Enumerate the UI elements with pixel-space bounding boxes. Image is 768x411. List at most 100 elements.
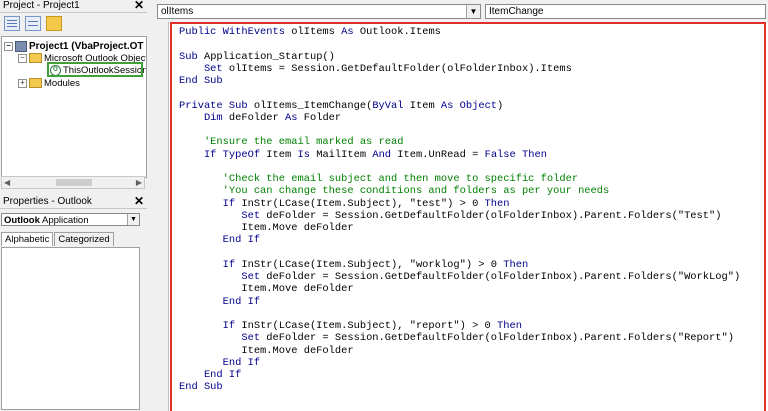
code-keyword: As Object bbox=[440, 99, 498, 112]
code-token: InStr(LCase(Item.Subject), "test") > 0 bbox=[241, 197, 485, 210]
code-token: deFolder bbox=[228, 111, 286, 124]
collapse-icon[interactable]: − bbox=[4, 42, 13, 51]
code-keyword: Set bbox=[179, 209, 267, 222]
code-line[interactable]: Sub Application_Startup() bbox=[179, 51, 740, 63]
code-line[interactable] bbox=[179, 161, 740, 173]
tab-categorized[interactable]: Categorized bbox=[54, 232, 114, 246]
properties-grid[interactable] bbox=[1, 247, 140, 410]
code-token: olItems_ItemChange( bbox=[253, 99, 373, 112]
close-icon[interactable]: ✕ bbox=[134, 0, 144, 11]
code-keyword: Public WithEvents bbox=[179, 26, 292, 38]
code-line[interactable] bbox=[179, 308, 740, 320]
close-icon[interactable]: ✕ bbox=[134, 195, 144, 207]
code-line[interactable]: Item.Move deFolder bbox=[179, 283, 740, 295]
code-token: Folder bbox=[303, 111, 342, 124]
scroll-thumb[interactable] bbox=[56, 179, 92, 186]
code-keyword: ByVal bbox=[372, 99, 410, 112]
code-keyword: End If bbox=[179, 295, 261, 308]
object-select[interactable]: Outlook Application ▼ bbox=[1, 213, 140, 226]
code-line[interactable]: End If bbox=[179, 357, 740, 369]
code-token: Item.Move deFolder bbox=[179, 222, 354, 234]
code-comment: 'You can change these conditions and fol… bbox=[179, 185, 610, 198]
code-line[interactable] bbox=[179, 124, 740, 136]
chevron-down-icon[interactable]: ▼ bbox=[127, 214, 139, 225]
object-combo[interactable]: olItems ▼ bbox=[157, 4, 481, 19]
tab-alphabetic[interactable]: Alphabetic bbox=[1, 232, 54, 246]
toggle-folders-icon[interactable] bbox=[46, 16, 62, 31]
code-line[interactable]: End If bbox=[179, 369, 740, 381]
tree-node-modules[interactable]: + Modules bbox=[18, 78, 80, 90]
code-line[interactable]: If InStr(LCase(Item.Subject), "worklog")… bbox=[179, 259, 740, 271]
code-keyword: Is bbox=[297, 148, 317, 161]
code-keyword: As bbox=[285, 111, 304, 124]
code-line[interactable] bbox=[179, 38, 740, 50]
scroll-right-icon[interactable]: ▶ bbox=[136, 178, 142, 187]
code-keyword: Private Sub bbox=[179, 99, 254, 112]
procedure-combo-value: ItemChange bbox=[489, 6, 544, 17]
code-keyword: End Sub bbox=[179, 75, 223, 87]
code-line[interactable]: End If bbox=[179, 234, 740, 246]
collapse-icon[interactable]: − bbox=[18, 53, 27, 63]
code-line[interactable]: 'Ensure the email marked as read bbox=[179, 136, 740, 148]
code-line[interactable]: Private Sub olItems_ItemChange(ByVal Ite… bbox=[179, 100, 740, 112]
code-keyword: End If bbox=[179, 234, 261, 247]
code-text[interactable]: Public WithEvents olItems As Outlook.Ite… bbox=[179, 26, 740, 394]
code-comment: 'Check the email subject and then move t… bbox=[179, 173, 579, 185]
code-token: deFolder = Session.GetDefaultFolder(olFo… bbox=[266, 332, 734, 345]
scroll-left-icon[interactable]: ◀ bbox=[4, 178, 10, 187]
code-line[interactable]: Set deFolder = Session.GetDefaultFolder(… bbox=[179, 271, 740, 283]
code-line[interactable]: Item.Move deFolder bbox=[179, 345, 740, 357]
code-token: MailItem bbox=[316, 148, 373, 161]
code-line[interactable]: Set deFolder = Session.GetDefaultFolder(… bbox=[179, 332, 740, 344]
code-token: Item bbox=[266, 148, 298, 161]
project-explorer-title-text: Project - Project1 bbox=[3, 0, 80, 11]
chevron-down-icon[interactable]: ▼ bbox=[466, 5, 480, 18]
code-token: Item.Move deFolder bbox=[179, 344, 354, 357]
code-keyword: Then bbox=[497, 320, 522, 332]
expand-icon[interactable]: + bbox=[18, 78, 27, 88]
code-keyword: End Sub bbox=[179, 381, 223, 394]
properties-title-text: Properties - Outlook bbox=[3, 196, 92, 207]
code-line[interactable] bbox=[179, 247, 740, 259]
code-line[interactable]: If InStr(LCase(Item.Subject), "test") > … bbox=[179, 198, 740, 210]
code-token: Item.UnRead = bbox=[397, 148, 485, 161]
tree-node-project[interactable]: − Project1 (VbaProject.OT bbox=[4, 41, 143, 53]
code-keyword: False Then bbox=[484, 148, 547, 161]
code-keyword: Then bbox=[503, 258, 529, 271]
view-object-icon[interactable] bbox=[25, 16, 41, 31]
code-line[interactable]: If InStr(LCase(Item.Subject), "report") … bbox=[179, 320, 740, 332]
code-line[interactable]: Item.Move deFolder bbox=[179, 222, 740, 234]
code-token: deFolder = Session.GetDefaultFolder(olFo… bbox=[266, 209, 722, 222]
object-combo-value: olItems bbox=[161, 6, 194, 17]
project-explorer-pane: Project - Project1 ✕ − Project1 (VbaProje… bbox=[0, 0, 147, 191]
code-keyword: Set bbox=[179, 271, 267, 283]
code-line[interactable]: Set deFolder = Session.GetDefaultFolder(… bbox=[179, 210, 740, 222]
code-line[interactable]: End Sub bbox=[179, 75, 740, 87]
session-highlight-box bbox=[47, 62, 143, 77]
code-line[interactable]: Public WithEvents olItems As Outlook.Ite… bbox=[179, 26, 740, 38]
code-window-header: olItems ▼ ItemChange bbox=[150, 0, 768, 22]
code-token: Application_Startup() bbox=[203, 50, 335, 63]
vba-project-icon bbox=[15, 41, 27, 52]
procedure-combo[interactable]: ItemChange bbox=[485, 4, 766, 19]
tree-node-modules-label: Modules bbox=[44, 78, 80, 89]
project-tree: − Project1 (VbaProject.OT − Microsoft Outl… bbox=[1, 36, 147, 178]
code-keyword: Set bbox=[179, 332, 267, 345]
code-line[interactable]: End If bbox=[179, 296, 740, 308]
code-keyword: If bbox=[179, 197, 242, 210]
code-line[interactable] bbox=[179, 87, 740, 99]
view-code-icon[interactable] bbox=[4, 16, 20, 31]
code-line[interactable]: Dim deFolder As Folder bbox=[179, 112, 740, 124]
code-line[interactable]: End Sub bbox=[179, 381, 740, 393]
code-line[interactable]: 'Check the email subject and then move t… bbox=[179, 173, 740, 185]
code-line[interactable]: 'You can change these conditions and fol… bbox=[179, 185, 740, 197]
tree-node-project-label: Project1 (VbaProject.OT bbox=[29, 41, 144, 53]
code-line[interactable]: Set olItems = Session.GetDefaultFolder(o… bbox=[179, 63, 740, 75]
project-horizontal-scrollbar[interactable]: ◀ ▶ bbox=[1, 176, 145, 189]
margin-indicator-bar[interactable] bbox=[150, 22, 169, 411]
code-line[interactable]: If TypeOf Item Is MailItem And Item.UnRe… bbox=[179, 149, 740, 161]
code-keyword: And bbox=[372, 148, 398, 161]
code-token: InStr(LCase(Item.Subject), "report") > 0 bbox=[241, 320, 498, 332]
code-keyword: As bbox=[341, 26, 360, 38]
folder-icon bbox=[29, 53, 42, 64]
